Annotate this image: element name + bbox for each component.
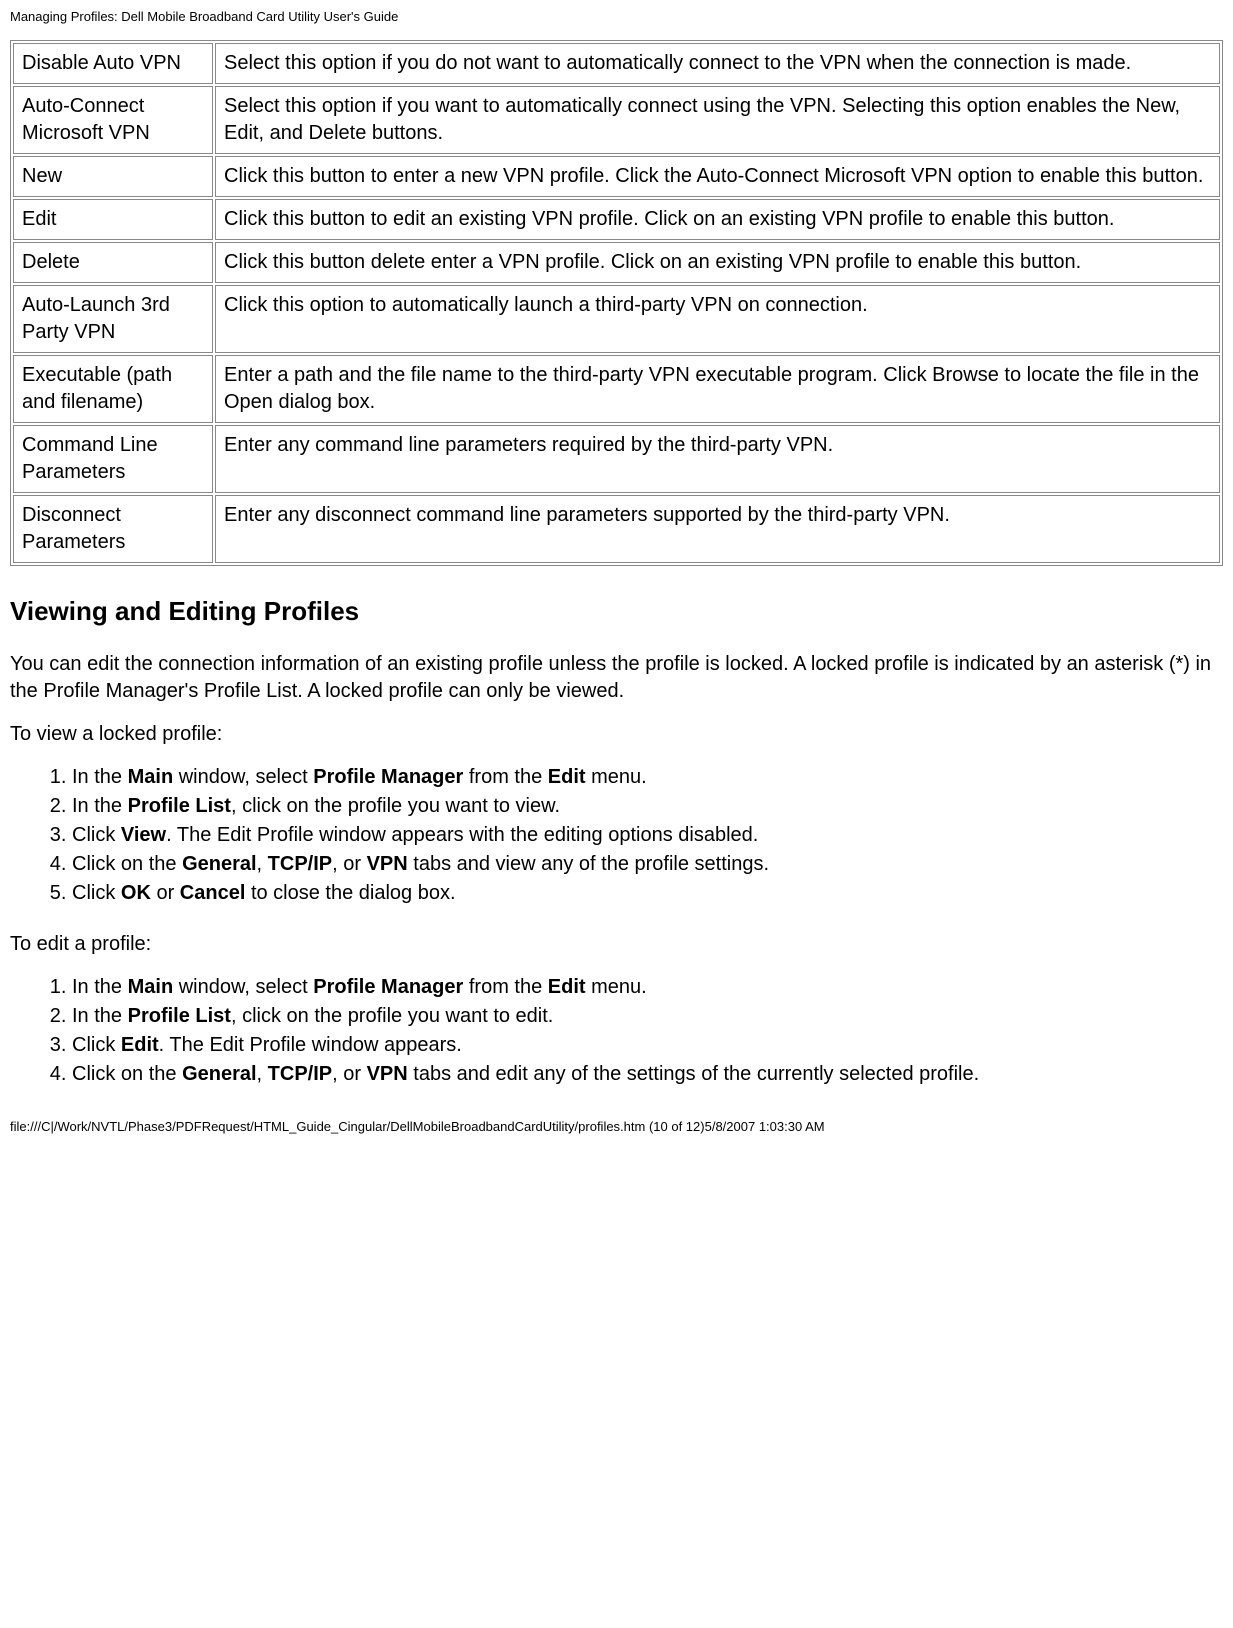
list-item: In the Profile List, click on the profil… <box>72 793 1223 820</box>
table-row: EditClick this button to edit an existin… <box>13 199 1220 240</box>
vpn-options-table: Disable Auto VPNSelect this option if yo… <box>10 40 1223 566</box>
page-footer: file:///C|/Work/NVTL/Phase3/PDFRequest/H… <box>10 1118 1223 1136</box>
table-row: Auto-Connect Microsoft VPNSelect this op… <box>13 86 1220 154</box>
option-label: Edit <box>13 199 213 240</box>
list-item: Click on the General, TCP/IP, or VPN tab… <box>72 851 1223 878</box>
table-row: Executable (path and filename)Enter a pa… <box>13 355 1220 423</box>
option-label: Delete <box>13 242 213 283</box>
list-item: In the Profile List, click on the profil… <box>72 1003 1223 1030</box>
option-label: Auto-Launch 3rd Party VPN <box>13 285 213 353</box>
list-item: Click on the General, TCP/IP, or VPN tab… <box>72 1061 1223 1088</box>
option-description: Enter any command line parameters requir… <box>215 425 1220 493</box>
option-description: Enter a path and the file name to the th… <box>215 355 1220 423</box>
list-item: Click OK or Cancel to close the dialog b… <box>72 880 1223 907</box>
heading-view-edit: Viewing and Editing Profiles <box>10 594 1223 629</box>
edit-profile-intro: To edit a profile: <box>10 931 1223 958</box>
view-locked-steps: In the Main window, select Profile Manag… <box>10 764 1223 907</box>
option-description: Click this option to automatically launc… <box>215 285 1220 353</box>
intro-paragraph: You can edit the connection information … <box>10 651 1223 705</box>
edit-profile-steps: In the Main window, select Profile Manag… <box>10 974 1223 1088</box>
option-label: Command Line Parameters <box>13 425 213 493</box>
table-row: Disable Auto VPNSelect this option if yo… <box>13 43 1220 84</box>
table-row: Command Line ParametersEnter any command… <box>13 425 1220 493</box>
list-item: Click Edit. The Edit Profile window appe… <box>72 1032 1223 1059</box>
table-row: Disconnect ParametersEnter any disconnec… <box>13 495 1220 563</box>
option-description: Click this button to edit an existing VP… <box>215 199 1220 240</box>
list-item: In the Main window, select Profile Manag… <box>72 974 1223 1001</box>
page-header: Managing Profiles: Dell Mobile Broadband… <box>10 8 1223 26</box>
option-description: Click this button to enter a new VPN pro… <box>215 156 1220 197</box>
option-description: Select this option if you want to automa… <box>215 86 1220 154</box>
option-label: Disable Auto VPN <box>13 43 213 84</box>
list-item: Click View. The Edit Profile window appe… <box>72 822 1223 849</box>
table-row: DeleteClick this button delete enter a V… <box>13 242 1220 283</box>
option-description: Enter any disconnect command line parame… <box>215 495 1220 563</box>
option-description: Click this button delete enter a VPN pro… <box>215 242 1220 283</box>
option-label: Disconnect Parameters <box>13 495 213 563</box>
view-locked-intro: To view a locked profile: <box>10 721 1223 748</box>
list-item: In the Main window, select Profile Manag… <box>72 764 1223 791</box>
option-label: New <box>13 156 213 197</box>
option-description: Select this option if you do not want to… <box>215 43 1220 84</box>
option-label: Executable (path and filename) <box>13 355 213 423</box>
table-row: Auto-Launch 3rd Party VPNClick this opti… <box>13 285 1220 353</box>
option-label: Auto-Connect Microsoft VPN <box>13 86 213 154</box>
table-row: NewClick this button to enter a new VPN … <box>13 156 1220 197</box>
